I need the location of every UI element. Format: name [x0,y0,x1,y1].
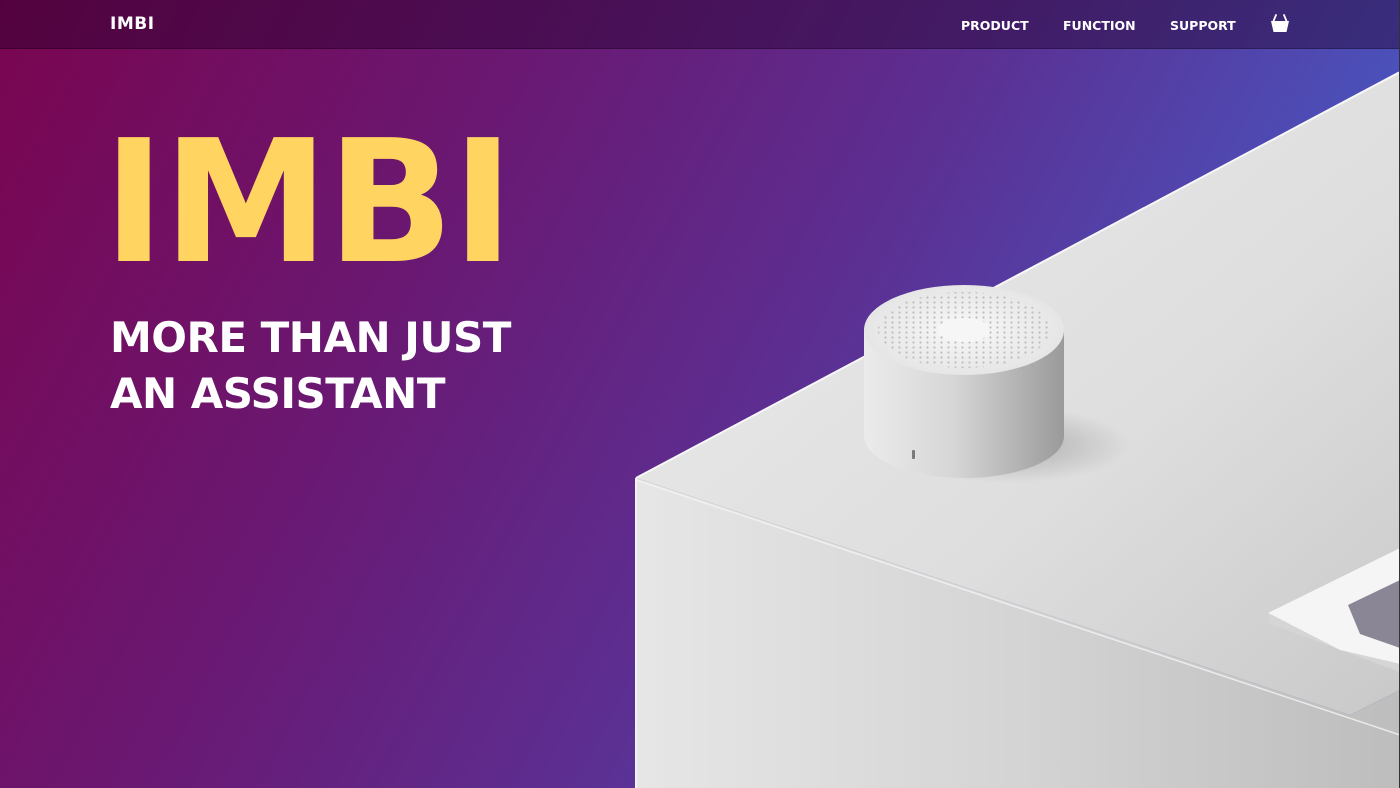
navbar-logo[interactable]: IMBI [110,14,155,34]
hero-tagline: MORE THAN JUST AN ASSISTANT [110,310,511,422]
hero-section: IMBI PRODUCT FUNCTION SUPPORT IMBI MORE … [0,0,1400,788]
nav-link-product[interactable]: PRODUCT [961,18,1029,33]
tagline-line-1: MORE THAN JUST [110,313,511,362]
hero-title: IMBI [103,104,514,302]
shopping-basket-icon[interactable] [1269,12,1291,34]
nav-link-function[interactable]: FUNCTION [1063,18,1136,33]
tagline-line-2: AN ASSISTANT [110,369,445,418]
nav-link-support[interactable]: SUPPORT [1170,18,1236,33]
top-navbar: IMBI PRODUCT FUNCTION SUPPORT [0,0,1400,49]
